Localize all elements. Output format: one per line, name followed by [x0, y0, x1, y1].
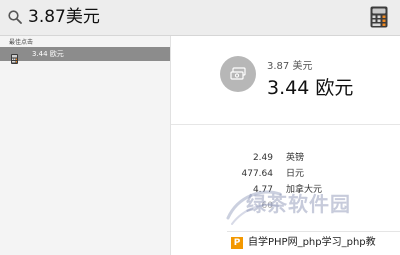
- source-amount: 3.87 美元: [267, 61, 313, 72]
- divider: [171, 124, 400, 125]
- search-bar[interactable]: 3.87美元: [0, 0, 400, 36]
- spotlight-window: 3.87美元 最佳点击 3.44 欧元 3.87 美元 3.44 欧元 2.49…: [0, 0, 400, 255]
- calculator-icon: [11, 49, 18, 64]
- rate-row-gbp: 2.49 英镑: [171, 151, 400, 167]
- section-header-top-hit: 最佳点击: [9, 39, 34, 46]
- result-item-currency[interactable]: 3.44 欧元: [0, 47, 170, 64]
- rate-value: 477.64: [241, 169, 274, 179]
- watermark-site-name: 绿茶软件园: [246, 192, 351, 216]
- rate-row-jpy: 477.64 日元: [171, 167, 400, 183]
- results-sidebar: 最佳点击 3.44 欧元: [0, 36, 171, 255]
- search-input[interactable]: 3.87美元: [28, 6, 100, 28]
- calculator-app-icon: [370, 6, 388, 28]
- watermark-text: 自学PHP网_php学习_php教: [248, 237, 376, 248]
- rate-unit: 英镑: [286, 153, 305, 163]
- result-item-label: 3.44 欧元: [32, 50, 64, 58]
- search-icon: [8, 9, 22, 24]
- preview-pane: 3.87 美元 3.44 欧元 2.49 英镑 477.64 日元 4.77 加…: [171, 36, 400, 255]
- php-logo-icon: P: [231, 237, 243, 249]
- watermark-banner: P 自学PHP网_php学习_php教: [227, 231, 400, 255]
- rate-value: 2.49: [252, 153, 273, 163]
- converted-amount: 3.44 欧元: [267, 77, 354, 99]
- currency-converter-icon: [220, 56, 256, 92]
- rate-unit: 日元: [286, 169, 305, 179]
